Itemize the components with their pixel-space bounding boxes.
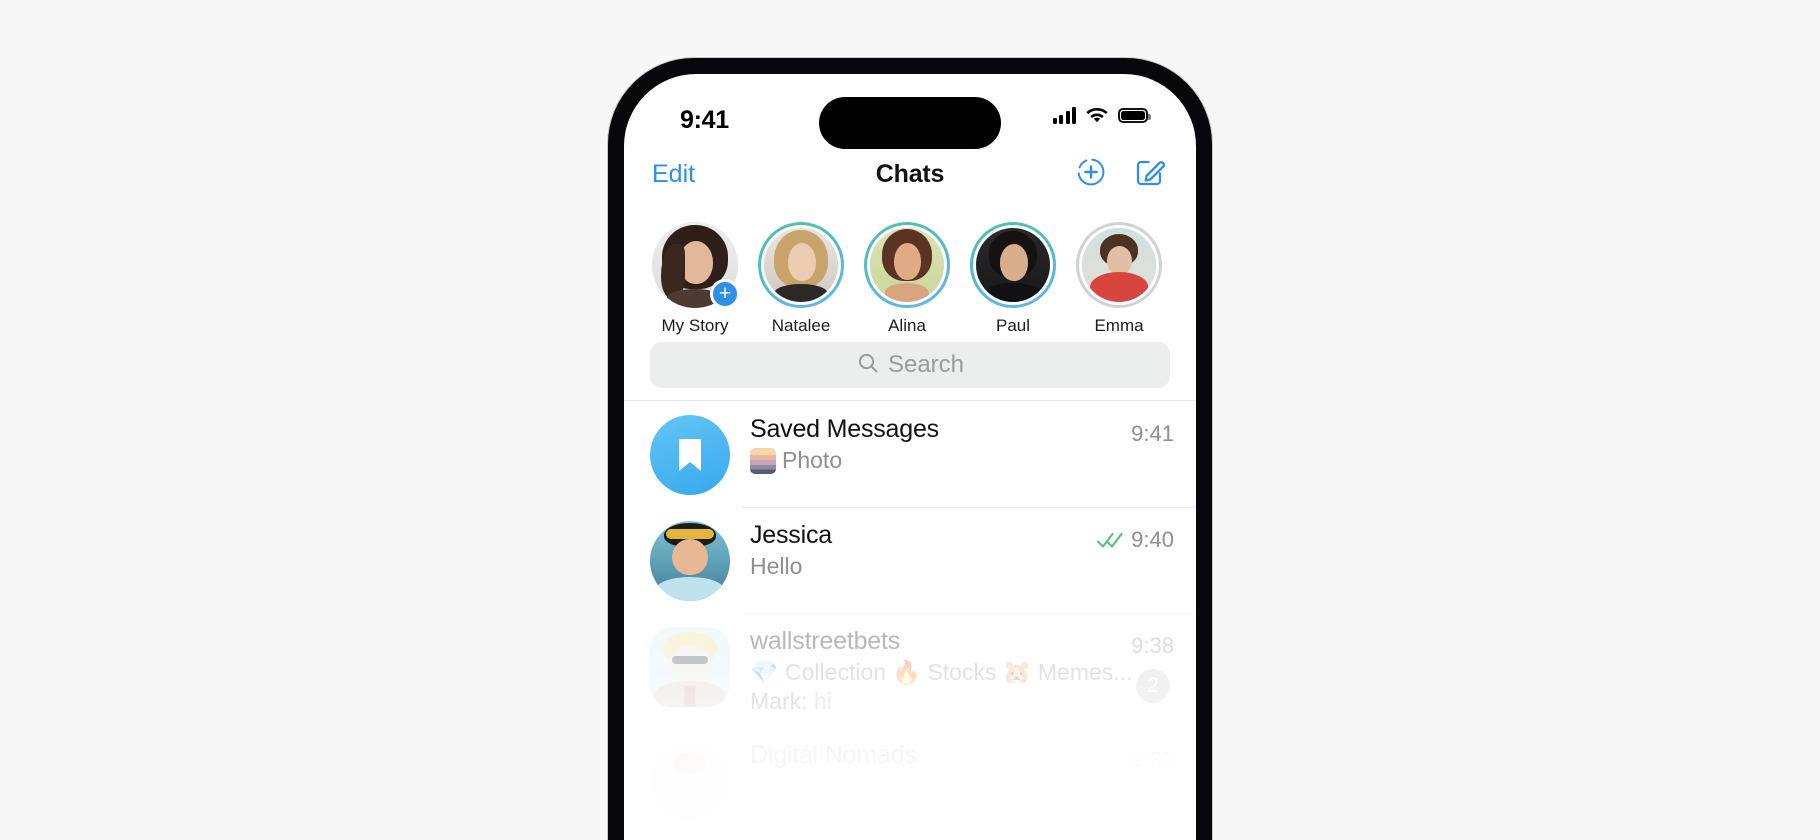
add-story-badge[interactable]: + xyxy=(710,279,740,309)
chat-content: Saved Messages Photo xyxy=(730,415,1131,474)
chat-title: Jessica xyxy=(750,521,832,549)
chat-preview-message: hi xyxy=(813,688,832,714)
story-item-my-story[interactable]: + My Story xyxy=(652,222,740,336)
chat-preview-second-line: Mark: hi xyxy=(750,688,1131,715)
story-ring xyxy=(758,222,844,308)
chat-timestamp: 9:40 xyxy=(1131,527,1174,552)
phone-screen: 9:41 Edit Chats + My Story Natalee Alina… xyxy=(624,74,1196,840)
chat-meta: 9:40 xyxy=(1096,521,1174,553)
battery-icon xyxy=(1118,107,1151,124)
photo-thumbnail-icon xyxy=(750,447,776,474)
chat-content: Digital Nomads xyxy=(730,741,1131,773)
search-icon xyxy=(856,351,880,380)
chat-content: wallstreetbets 💎 Collection 🔥 Stocks 🐹 M… xyxy=(730,627,1131,715)
wifi-icon xyxy=(1086,107,1108,124)
chat-title: Digital Nomads xyxy=(750,741,917,769)
chat-meta: 9:41 xyxy=(1131,415,1174,447)
story-ring xyxy=(864,222,950,308)
story-item-alina[interactable]: Alina xyxy=(864,222,950,336)
story-item-natalee[interactable]: Natalee xyxy=(758,222,844,336)
chat-timestamp: 9:41 xyxy=(1131,421,1174,446)
chat-preview: 💎 Collection 🔥 Stocks 🐹 Memes... xyxy=(750,659,1131,686)
cellular-signal-icon xyxy=(1052,107,1076,124)
chat-content: Jessica Hello xyxy=(730,521,1096,580)
add-story-icon[interactable] xyxy=(1076,157,1106,187)
chat-preview: Hello xyxy=(750,553,1096,580)
read-receipt-icon xyxy=(1096,531,1124,549)
unread-count-badge: 2 xyxy=(1136,669,1170,703)
search-section: Search xyxy=(624,336,1196,400)
avatar xyxy=(650,415,730,495)
chat-row[interactable]: Saved Messages Photo 9:41 xyxy=(624,401,1196,507)
avatar xyxy=(650,627,730,707)
avatar xyxy=(761,225,841,305)
screenshot-canvas: 9:41 Edit Chats + My Story Natalee Alina… xyxy=(0,0,1820,840)
stories-strip[interactable]: + My Story Natalee Alina Paul Emma xyxy=(624,208,1196,336)
chat-preview-sender: Mark: xyxy=(750,688,808,714)
avatar xyxy=(867,225,947,305)
story-item-paul[interactable]: Paul xyxy=(970,222,1056,336)
navigation-actions xyxy=(1076,156,1166,188)
story-ring: + xyxy=(652,222,740,309)
chat-meta: 9:38 xyxy=(1131,627,1174,659)
dynamic-island xyxy=(819,97,1001,149)
chat-timestamp: 9:38 xyxy=(1131,633,1174,658)
chat-preview-text: Photo xyxy=(782,447,843,473)
avatar xyxy=(973,225,1053,305)
chat-row[interactable]: Jessica Hello 9:40 xyxy=(624,507,1196,613)
story-label: Natalee xyxy=(771,316,831,335)
story-label: Alina xyxy=(888,316,926,335)
story-label: My Story xyxy=(661,316,729,335)
avatar xyxy=(650,521,730,601)
status-bar-clock: 9:41 xyxy=(680,106,729,134)
chat-timestamp: 9:32 xyxy=(1131,747,1174,772)
story-item-emma[interactable]: Emma xyxy=(1076,222,1162,336)
chat-preview: Photo xyxy=(750,447,1131,474)
avatar xyxy=(1079,225,1159,305)
status-bar: 9:41 xyxy=(624,74,1196,149)
iphone-device-frame: 9:41 Edit Chats + My Story Natalee Alina… xyxy=(608,58,1212,840)
story-label: Emma xyxy=(1094,316,1144,335)
story-ring xyxy=(970,222,1056,308)
chat-row[interactable]: wallstreetbets 💎 Collection 🔥 Stocks 🐹 M… xyxy=(624,613,1196,727)
chat-row[interactable]: Digital Nomads 9:32 xyxy=(624,727,1196,833)
status-bar-indicators xyxy=(1052,107,1151,124)
story-label: Paul xyxy=(995,316,1031,335)
chat-preview-text: 💎 Collection 🔥 Stocks 🐹 Memes... xyxy=(750,659,1132,685)
chat-title: Saved Messages xyxy=(750,415,939,443)
chat-list[interactable]: Saved Messages Photo 9:41 Jessica Hello … xyxy=(624,400,1196,833)
chat-meta: 9:32 xyxy=(1131,741,1174,773)
story-ring xyxy=(1076,222,1162,308)
avatar xyxy=(650,741,730,821)
compose-icon[interactable] xyxy=(1134,156,1166,188)
search-placeholder-text: Search xyxy=(887,351,965,378)
chat-title: wallstreetbets xyxy=(750,627,901,655)
navigation-bar: Edit Chats xyxy=(624,146,1196,208)
chat-preview-text: Hello xyxy=(750,553,803,579)
search-input[interactable]: Search xyxy=(650,342,1170,388)
